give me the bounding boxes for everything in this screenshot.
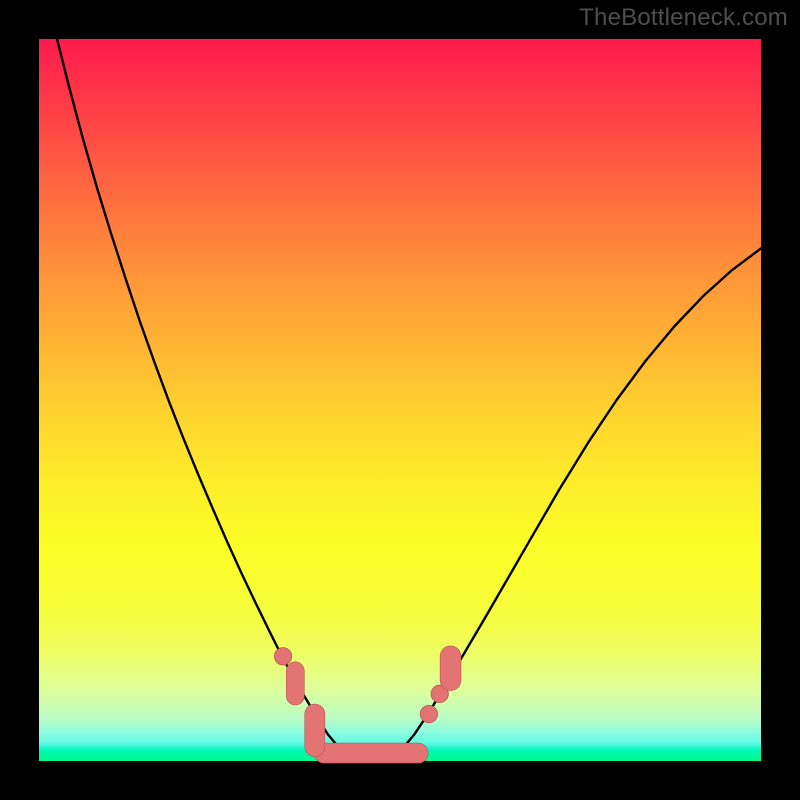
curve-layer — [39, 39, 761, 761]
plot-area — [39, 39, 761, 761]
watermark-text: TheBottleneck.com — [579, 4, 788, 32]
chart-stage: TheBottleneck.com — [0, 0, 800, 800]
marker-dot — [420, 705, 437, 722]
marker-group — [274, 648, 450, 753]
bottleneck-curve — [39, 0, 761, 757]
curve-left-curve — [39, 0, 342, 752]
marker-dot — [274, 648, 291, 665]
